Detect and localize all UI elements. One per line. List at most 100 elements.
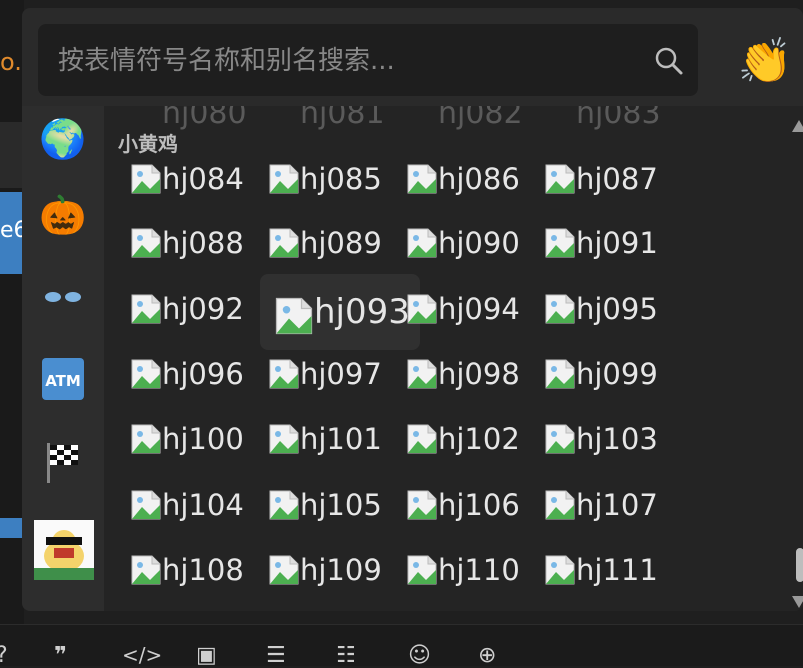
- category-flags[interactable]: [40, 440, 86, 486]
- scrollbar-thumb[interactable]: [796, 548, 803, 582]
- broken-image-icon: [406, 358, 438, 390]
- emoji-item[interactable]: hj105: [268, 480, 398, 530]
- broken-image-icon: [406, 489, 438, 521]
- emoji-item[interactable]: hj100: [130, 414, 260, 464]
- emoji-item[interactable]: hj103: [544, 414, 674, 464]
- broken-image-icon: [268, 358, 300, 390]
- svg-text:ATM: ATM: [45, 372, 81, 390]
- emoji-item[interactable]: hj092: [130, 284, 260, 334]
- broken-image-icon: [544, 554, 576, 586]
- emoji-item-clipped: hj083: [576, 106, 661, 131]
- broken-image-icon: [268, 227, 300, 259]
- background-selection-2: [0, 518, 22, 538]
- emoji-item[interactable]: hj085: [268, 154, 398, 204]
- emoji-item[interactable]: hj097: [268, 349, 398, 399]
- broken-image-icon: [406, 163, 438, 195]
- code-icon[interactable]: </>: [122, 643, 162, 667]
- emoji-item[interactable]: hj087: [544, 154, 674, 204]
- emoji-item[interactable]: hj111: [544, 545, 674, 595]
- emoji-label: hj099: [576, 357, 658, 391]
- emoji-item[interactable]: hj086: [406, 154, 536, 204]
- emoji-item[interactable]: hj110: [406, 545, 536, 595]
- broken-image-icon: [130, 423, 162, 455]
- emoji-label: hj100: [162, 422, 244, 456]
- emoji-label: hj091: [576, 226, 658, 260]
- emoji-item[interactable]: hj102: [406, 414, 536, 464]
- emoji-item[interactable]: hj101: [268, 414, 398, 464]
- emoji-search-row: 👏: [22, 8, 803, 106]
- editor-toolbar: ? ❞ </> ▣ ☰ ☷ ☺ ⊕: [0, 624, 803, 668]
- emoji-item[interactable]: hj096: [130, 349, 260, 399]
- category-symbols[interactable]: ATM: [40, 356, 86, 402]
- image-icon[interactable]: ▣: [196, 643, 217, 668]
- emoji-item[interactable]: hj093: [260, 274, 420, 350]
- skin-tone-selector[interactable]: 👏: [737, 34, 793, 90]
- emoji-label: hj108: [162, 553, 244, 587]
- emoji-search-input[interactable]: [38, 24, 660, 98]
- emoji-item[interactable]: hj104: [130, 480, 260, 530]
- background-selection: e6: [0, 192, 28, 274]
- broken-image-icon: [544, 358, 576, 390]
- scroll-up-arrow[interactable]: [792, 120, 803, 132]
- broken-image-icon: [268, 163, 300, 195]
- broken-image-icon: [268, 489, 300, 521]
- emoji-label: hj103: [576, 422, 658, 456]
- background-band: [0, 122, 22, 188]
- broken-image-icon: [406, 554, 438, 586]
- emoji-item[interactable]: hj088: [130, 218, 260, 268]
- broken-image-icon: [130, 227, 162, 259]
- emoji-item-clipped: hj080: [162, 106, 247, 131]
- broken-image-icon: [544, 423, 576, 455]
- emoji-label: hj093: [314, 292, 410, 332]
- emoji-label: hj104: [162, 488, 244, 522]
- emoji-label: hj101: [300, 422, 382, 456]
- emoji-search-box: [38, 24, 698, 98]
- emoji-item[interactable]: hj106: [406, 480, 536, 530]
- category-objects[interactable]: [40, 274, 86, 320]
- emoji-item[interactable]: hj090: [406, 218, 536, 268]
- category-travel-places[interactable]: 🌍: [39, 116, 86, 162]
- emoji-item[interactable]: hj094: [406, 284, 536, 334]
- editor-background: [0, 0, 24, 665]
- numbered-list-icon[interactable]: ☷: [336, 643, 356, 668]
- broken-image-icon: [544, 293, 576, 325]
- search-icon[interactable]: [654, 46, 684, 76]
- broken-image-icon: [274, 296, 314, 335]
- emoji-item[interactable]: hj107: [544, 480, 674, 530]
- emoji-label: hj105: [300, 488, 382, 522]
- emoji-label: hj087: [576, 162, 658, 196]
- category-activities[interactable]: 🎃: [39, 192, 86, 238]
- add-icon[interactable]: ⊕: [478, 643, 496, 668]
- checkered-flag-icon: [47, 443, 78, 483]
- emoji-label: hj089: [300, 226, 382, 260]
- emoji-item[interactable]: hj084: [130, 154, 260, 204]
- emoji-item[interactable]: hj108: [130, 545, 260, 595]
- emoji-label: hj084: [162, 162, 244, 196]
- quote-icon[interactable]: ❞: [54, 643, 67, 668]
- emoji-label: hj090: [438, 226, 520, 260]
- emoji-label: hj111: [576, 553, 658, 587]
- bullet-list-icon[interactable]: ☰: [266, 643, 286, 668]
- emoji-item[interactable]: hj098: [406, 349, 536, 399]
- emoji-item[interactable]: hj109: [268, 545, 398, 595]
- broken-image-icon: [544, 489, 576, 521]
- category-bar: 🌍 🎃 ATM: [22, 106, 104, 611]
- emoji-icon[interactable]: ☺: [408, 643, 431, 668]
- emoji-item[interactable]: hj091: [544, 218, 674, 268]
- chick-avatar-icon: [34, 520, 94, 580]
- scroll-down-arrow[interactable]: [792, 596, 803, 608]
- emoji-label: hj095: [576, 292, 658, 326]
- broken-image-icon: [130, 489, 162, 521]
- broken-image-icon: [130, 554, 162, 586]
- emoji-item[interactable]: hj095: [544, 284, 674, 334]
- help-icon[interactable]: ?: [0, 643, 8, 668]
- atm-icon: ATM: [42, 358, 84, 400]
- emoji-label: hj110: [438, 553, 520, 587]
- emoji-picker: 👏 🌍 🎃 ATM: [22, 8, 803, 611]
- category-custom-xiaohuangji[interactable]: [34, 520, 94, 580]
- section-title: 小黄鸡: [118, 132, 178, 156]
- emoji-item-clipped: hj082: [438, 106, 523, 131]
- emoji-item[interactable]: hj099: [544, 349, 674, 399]
- emoji-item[interactable]: hj089: [268, 218, 398, 268]
- emoji-label: hj102: [438, 422, 520, 456]
